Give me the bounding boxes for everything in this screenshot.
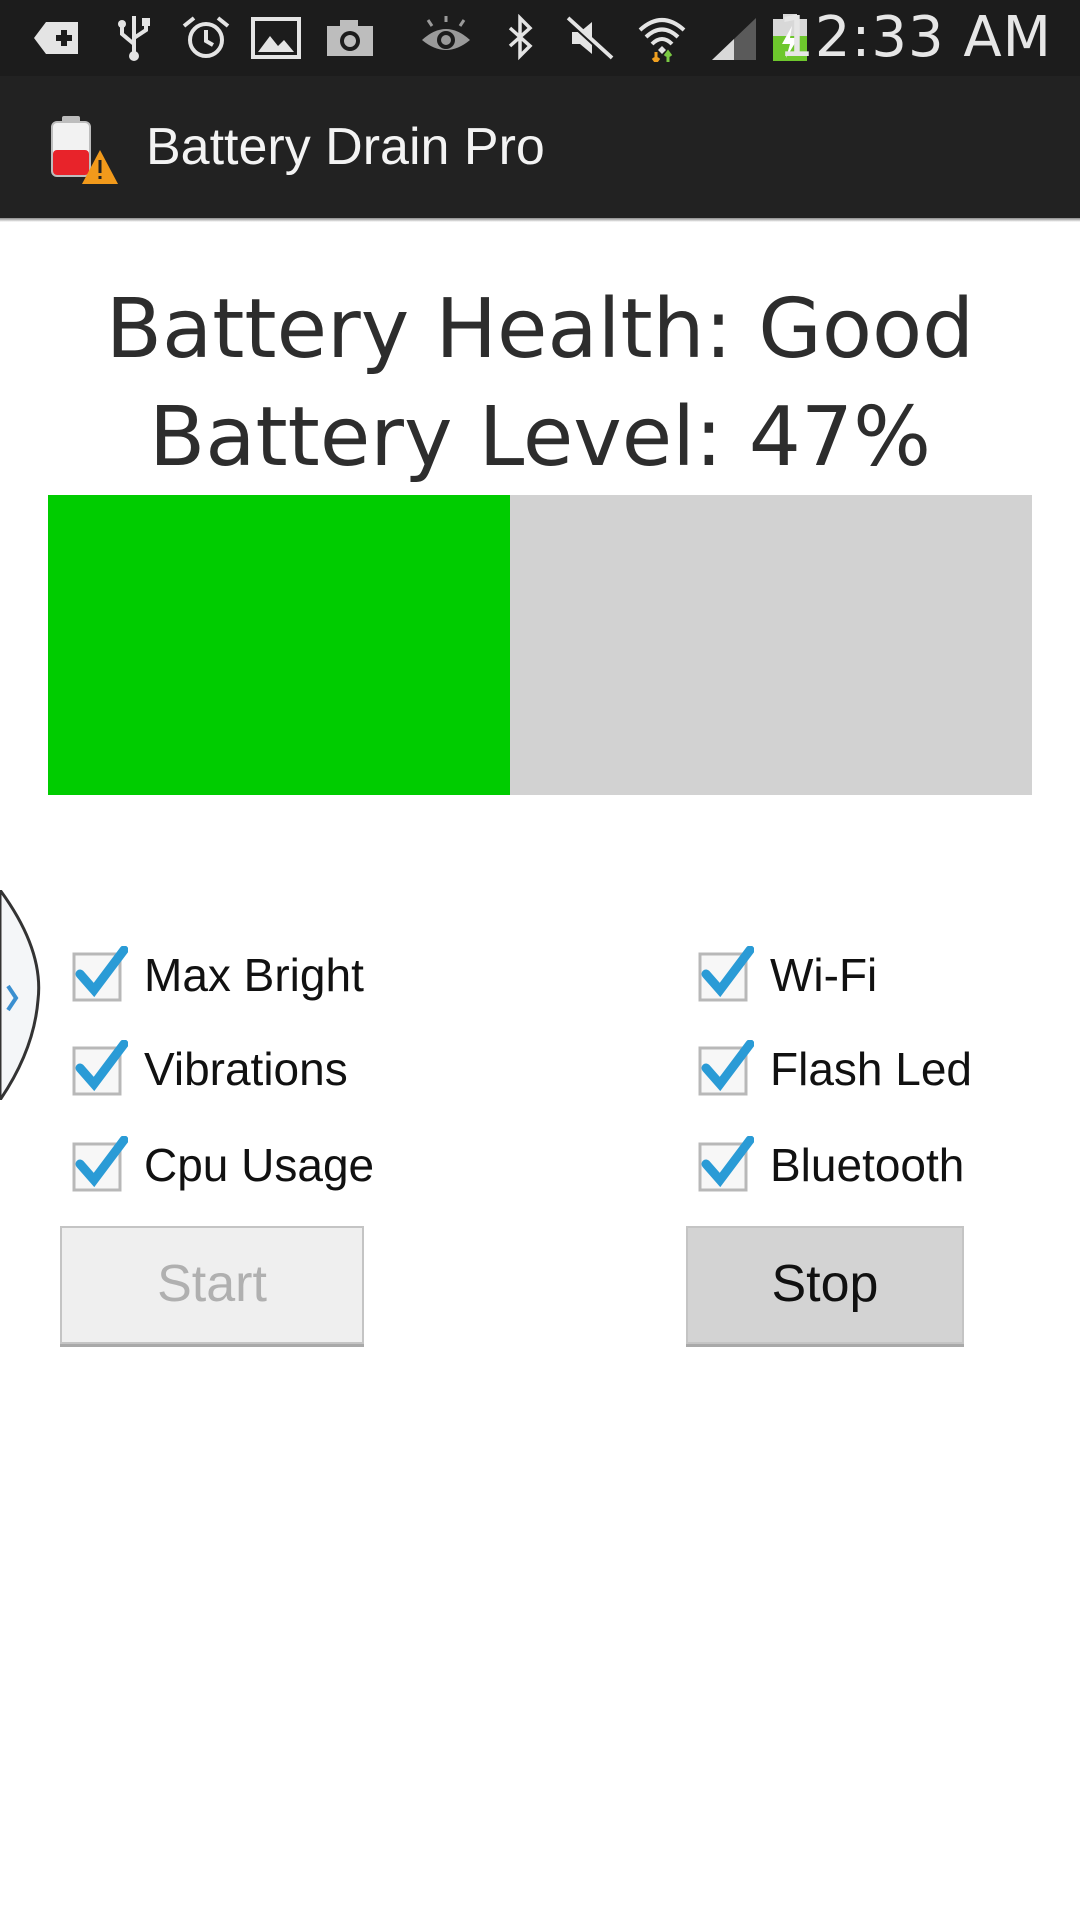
checkbox-label: Cpu Usage bbox=[144, 1139, 375, 1191]
alarm-icon bbox=[182, 16, 230, 58]
action-bar-shadow bbox=[0, 218, 1080, 222]
mute-icon bbox=[565, 16, 614, 61]
battery-warning-icon bbox=[51, 116, 118, 184]
add-notification-icon bbox=[34, 22, 78, 54]
bluetooth-icon bbox=[508, 14, 533, 61]
start-button[interactable]: Start bbox=[60, 1226, 364, 1344]
gallery-icon bbox=[251, 17, 301, 59]
eye-icon bbox=[422, 16, 470, 50]
checkbox-checked-icon bbox=[72, 1040, 128, 1096]
checkbox-checked-icon bbox=[698, 1136, 754, 1192]
checkbox-checked-icon bbox=[72, 1136, 128, 1192]
checkbox-checked-icon bbox=[698, 946, 754, 1002]
battery-level-fill bbox=[48, 495, 511, 795]
signal-icon bbox=[712, 18, 756, 60]
status-bar: 12:33 AM bbox=[0, 0, 1080, 76]
battery-level-text: Battery Level: 47% bbox=[149, 390, 931, 485]
usb-icon bbox=[118, 16, 150, 61]
checkbox-label: Bluetooth bbox=[770, 1139, 965, 1191]
battery-level-bar bbox=[48, 495, 1032, 795]
battery-health-text: Battery Health: Good bbox=[105, 282, 975, 377]
camera-icon bbox=[327, 20, 373, 56]
app-title: Battery Drain Pro bbox=[146, 118, 545, 176]
action-bar: Battery Drain Pro bbox=[0, 76, 1080, 218]
wifi-icon bbox=[638, 18, 686, 62]
checkbox-label: Vibrations bbox=[144, 1043, 348, 1095]
stop-button[interactable]: Stop bbox=[686, 1226, 964, 1344]
checkbox-checked-icon bbox=[698, 1040, 754, 1096]
checkbox-checked-icon bbox=[72, 946, 128, 1002]
checkbox-label: Flash Led bbox=[770, 1043, 973, 1095]
side-drawer-handle[interactable] bbox=[0, 890, 44, 1100]
checkbox-label: Max Bright bbox=[144, 949, 364, 1001]
status-time: 12:33 AM bbox=[778, 5, 1052, 70]
checkbox-label: Wi-Fi bbox=[770, 949, 878, 1001]
